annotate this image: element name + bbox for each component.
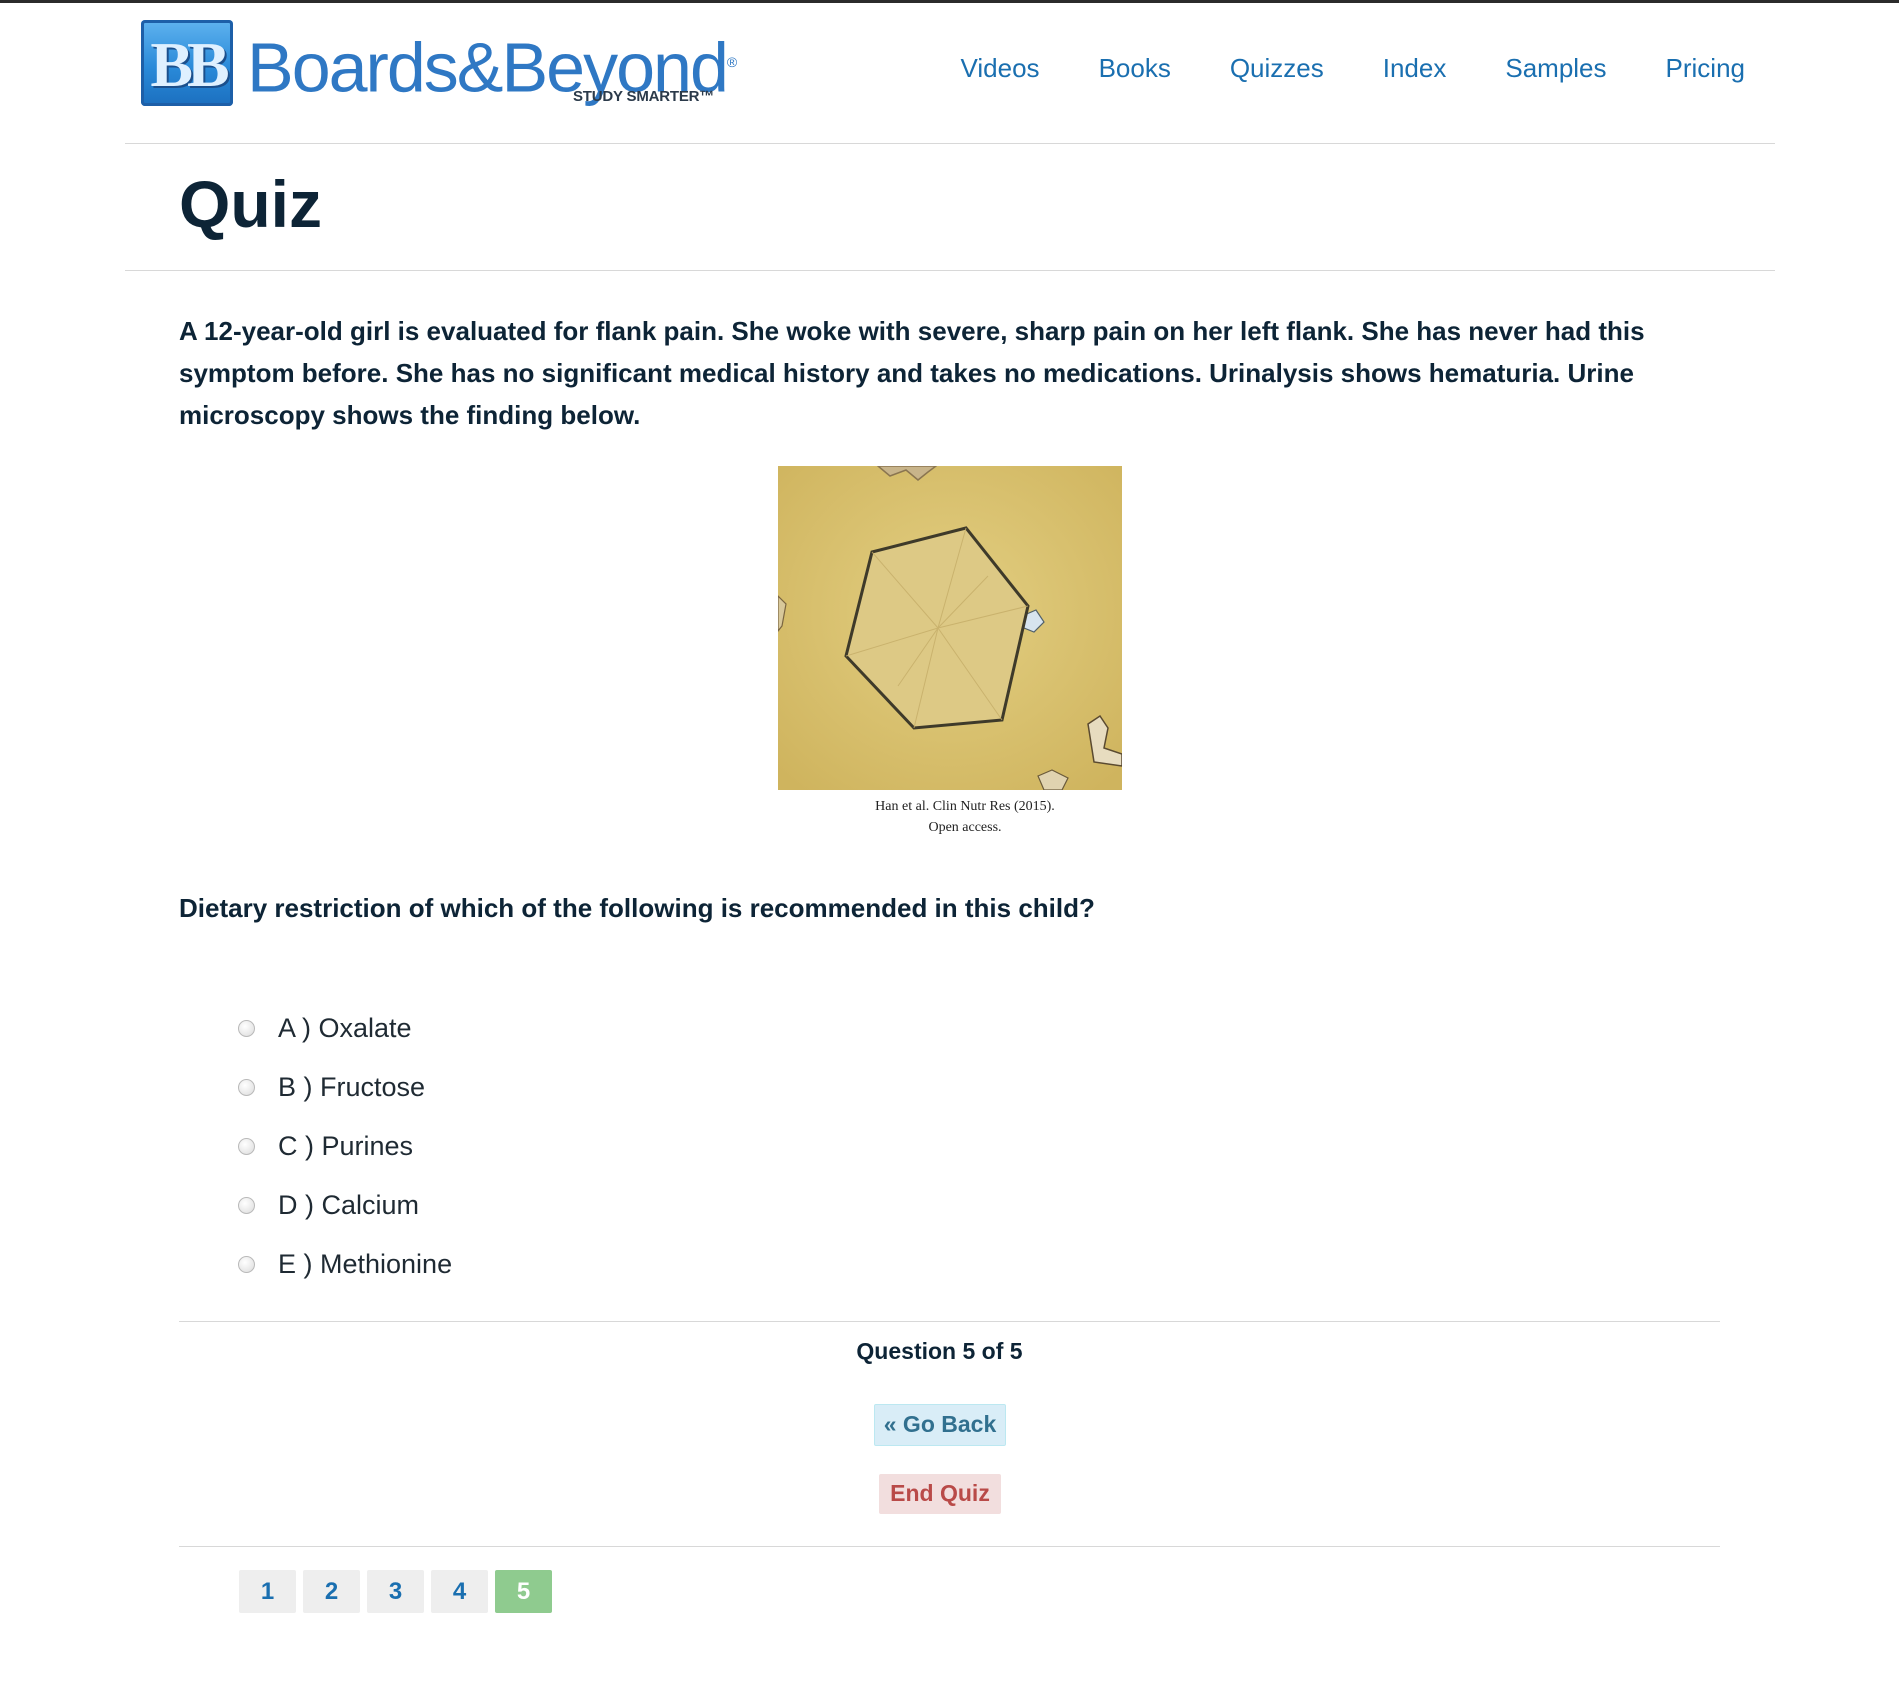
choice-a[interactable]: A ) Oxalate xyxy=(238,999,452,1058)
nav-books[interactable]: Books xyxy=(1099,50,1171,86)
choice-d[interactable]: D ) Calcium xyxy=(238,1176,452,1235)
choice-c[interactable]: C ) Purines xyxy=(238,1117,452,1176)
logo-tagline: STUDY SMARTER™ xyxy=(573,88,715,105)
choice-label[interactable]: A ) Oxalate xyxy=(278,1013,412,1044)
question-pager: 1 2 3 4 5 xyxy=(239,1570,552,1613)
question-stem: A 12-year-old girl is evaluated for flan… xyxy=(179,316,1645,430)
nav-samples[interactable]: Samples xyxy=(1505,50,1606,86)
header-divider xyxy=(125,143,1775,144)
microscopy-image xyxy=(778,466,1122,790)
radio-button[interactable] xyxy=(238,1197,255,1214)
nav-index[interactable]: Index xyxy=(1383,50,1447,86)
page-link-2[interactable]: 2 xyxy=(303,1570,360,1613)
nav-videos[interactable]: Videos xyxy=(961,50,1040,86)
page-link-3[interactable]: 3 xyxy=(367,1570,424,1613)
end-quiz-button[interactable]: End Quiz xyxy=(879,1474,1001,1514)
nav-quizzes[interactable]: Quizzes xyxy=(1230,50,1324,86)
radio-button[interactable] xyxy=(238,1020,255,1037)
choice-b[interactable]: B ) Fructose xyxy=(238,1058,452,1117)
top-border xyxy=(0,0,1899,3)
choice-label[interactable]: E ) Methionine xyxy=(278,1249,452,1280)
choice-e[interactable]: E ) Methionine xyxy=(238,1235,452,1294)
main-nav: Videos Books Quizzes Index Samples Prici… xyxy=(902,50,1745,86)
radio-button[interactable] xyxy=(238,1079,255,1096)
logo-mark-icon: BB xyxy=(141,20,233,106)
brand-logo[interactable]: BB Boards&Beyond® STUDY SMARTER™ xyxy=(141,20,737,108)
page-title: Quiz xyxy=(179,167,322,241)
title-divider xyxy=(125,270,1775,271)
radio-button[interactable] xyxy=(238,1138,255,1155)
radio-button[interactable] xyxy=(238,1256,255,1273)
go-back-button[interactable]: « Go Back xyxy=(874,1404,1006,1446)
choice-label[interactable]: B ) Fructose xyxy=(278,1072,425,1103)
page-link-5-current[interactable]: 5 xyxy=(495,1570,552,1613)
page-link-4[interactable]: 4 xyxy=(431,1570,488,1613)
question-prompt: Dietary restriction of which of the foll… xyxy=(179,893,1095,923)
question-progress: Question 5 of 5 xyxy=(856,1338,1023,1364)
footer-divider xyxy=(179,1546,1720,1547)
answer-choices: A ) Oxalate B ) Fructose C ) Purines D )… xyxy=(238,999,452,1294)
page-link-1[interactable]: 1 xyxy=(239,1570,296,1613)
choice-label[interactable]: C ) Purines xyxy=(278,1131,413,1162)
choices-divider xyxy=(179,1321,1720,1322)
figure-caption: Han et al. Clin Nutr Res (2015). Open ac… xyxy=(875,799,1055,835)
nav-pricing[interactable]: Pricing xyxy=(1666,50,1745,86)
choice-label[interactable]: D ) Calcium xyxy=(278,1190,419,1221)
